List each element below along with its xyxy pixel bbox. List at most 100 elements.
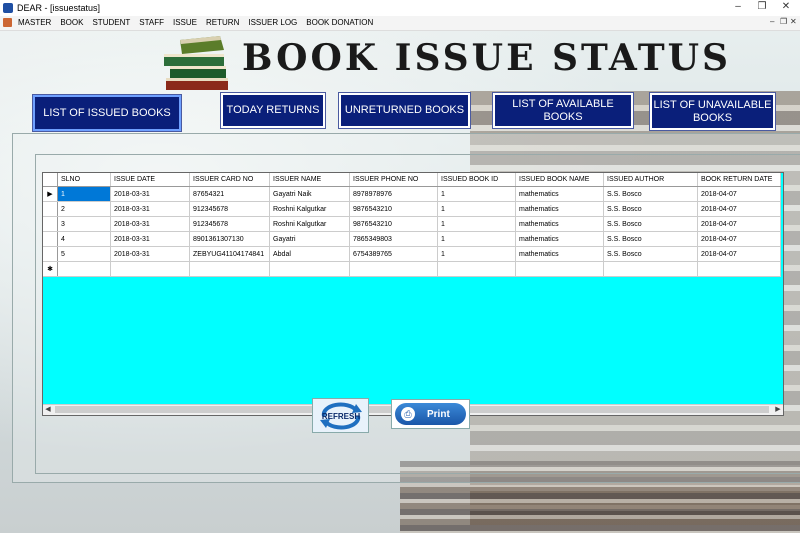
cell-return-date[interactable]: 2018-04-07	[697, 246, 781, 262]
col-issuer-phone-no[interactable]: ISSUER PHONE NO	[349, 173, 438, 187]
cell-empty[interactable]	[110, 261, 190, 277]
cell-author[interactable]: S.S. Bosco	[603, 186, 698, 202]
cell-phone[interactable]: 8978978976	[349, 186, 438, 202]
cell-book-id[interactable]: 1	[437, 186, 516, 202]
cell-empty[interactable]	[515, 261, 604, 277]
cell-phone[interactable]: 6754389765	[349, 246, 438, 262]
cell-empty[interactable]	[269, 261, 350, 277]
table-row[interactable]: 4 2018-03-31 8901361307130 Gayatri 78653…	[43, 231, 781, 247]
list-available-books-button[interactable]: LIST OF AVAILABLE BOOKS	[493, 93, 633, 128]
col-issuer-card-no[interactable]: ISSUER CARD NO	[189, 173, 270, 187]
col-issued-author[interactable]: ISSUED AUTHOR	[603, 173, 698, 187]
list-issued-books-button[interactable]: LIST OF ISSUED BOOKS	[33, 95, 181, 131]
restore-button[interactable]: ❐	[752, 1, 772, 12]
cell-return-date[interactable]: 2018-04-07	[697, 201, 781, 217]
cell-slno[interactable]: 5	[57, 246, 111, 262]
menu-issuer-log[interactable]: ISSUER LOG	[248, 18, 297, 27]
row-header[interactable]	[43, 231, 58, 247]
menu-staff[interactable]: STAFF	[139, 18, 164, 27]
col-book-return-date[interactable]: BOOK RETURN DATE	[697, 173, 781, 187]
cell-name[interactable]: Roshni Kalgutkar	[269, 216, 350, 232]
current-row-indicator[interactable]: ▶	[43, 186, 58, 202]
cell-return-date[interactable]: 2018-04-07	[697, 186, 781, 202]
today-returns-button[interactable]: TODAY RETURNS	[221, 93, 325, 128]
cell-book-id[interactable]: 1	[437, 231, 516, 247]
menu-issue[interactable]: ISSUE	[173, 18, 197, 27]
scroll-left-icon[interactable]: ◀	[43, 405, 53, 415]
col-issue-date[interactable]: ISSUE DATE	[110, 173, 190, 187]
scroll-right-icon[interactable]: ▶	[773, 405, 783, 415]
col-issuer-name[interactable]: ISSUER NAME	[269, 173, 350, 187]
table-row[interactable]: 3 2018-03-31 912345678 Roshni Kalgutkar …	[43, 216, 781, 232]
cell-name[interactable]: Abdal	[269, 246, 350, 262]
mdi-child-icon[interactable]	[3, 18, 12, 27]
mdi-close-button[interactable]: ✕	[790, 17, 797, 26]
cell-return-date[interactable]: 2018-04-07	[697, 231, 781, 247]
mdi-restore-button[interactable]: ❐	[780, 17, 787, 26]
cell-issue-date[interactable]: 2018-03-31	[110, 201, 190, 217]
cell-slno[interactable]: 2	[57, 201, 111, 217]
cell-phone[interactable]: 9876543210	[349, 201, 438, 217]
row-header[interactable]	[43, 216, 58, 232]
cell-book-name[interactable]: mathematics	[515, 246, 604, 262]
print-button[interactable]: ⎙ Print	[391, 399, 470, 429]
cell-card-no[interactable]: 87654321	[189, 186, 270, 202]
cell-phone[interactable]: 9876543210	[349, 216, 438, 232]
list-unavailable-books-button[interactable]: LIST OF UNAVAILABLE BOOKS	[650, 93, 775, 130]
col-issued-book-name[interactable]: ISSUED BOOK NAME	[515, 173, 604, 187]
table-row[interactable]: 2 2018-03-31 912345678 Roshni Kalgutkar …	[43, 201, 781, 217]
close-button[interactable]: ✕	[776, 1, 796, 12]
cell-empty[interactable]	[189, 261, 270, 277]
cell-author[interactable]: S.S. Bosco	[603, 246, 698, 262]
refresh-button[interactable]: REFRESH	[312, 398, 369, 433]
menu-book-donation[interactable]: BOOK DONATION	[306, 18, 373, 27]
menu-book[interactable]: BOOK	[60, 18, 83, 27]
cell-issue-date[interactable]: 2018-03-31	[110, 246, 190, 262]
cell-book-id[interactable]: 1	[437, 201, 516, 217]
cell-empty[interactable]	[349, 261, 438, 277]
cell-empty[interactable]	[437, 261, 516, 277]
cell-empty[interactable]	[603, 261, 698, 277]
menu-return[interactable]: RETURN	[206, 18, 239, 27]
cell-slno[interactable]: 4	[57, 231, 111, 247]
cell-slno[interactable]: 3	[57, 216, 111, 232]
issued-books-grid[interactable]: SLNO ISSUE DATE ISSUER CARD NO ISSUER NA…	[42, 172, 784, 416]
cell-phone[interactable]: 7865349803	[349, 231, 438, 247]
cell-author[interactable]: S.S. Bosco	[603, 201, 698, 217]
cell-issue-date[interactable]: 2018-03-31	[110, 186, 190, 202]
menu-master[interactable]: MASTER	[18, 18, 51, 27]
cell-card-no[interactable]: 8901361307130	[189, 231, 270, 247]
cell-issue-date[interactable]: 2018-03-31	[110, 231, 190, 247]
row-header[interactable]	[43, 246, 58, 262]
cell-book-name[interactable]: mathematics	[515, 231, 604, 247]
unreturned-books-button[interactable]: UNRETURNED BOOKS	[339, 93, 470, 128]
cell-book-name[interactable]: mathematics	[515, 186, 604, 202]
cell-name[interactable]: Roshni Kalgutkar	[269, 201, 350, 217]
cell-book-id[interactable]: 1	[437, 216, 516, 232]
cell-card-no[interactable]: ZEBYUG41104174841	[189, 246, 270, 262]
col-issued-book-id[interactable]: ISSUED BOOK ID	[437, 173, 516, 187]
new-row[interactable]: ✱	[43, 261, 781, 277]
cell-book-id[interactable]: 1	[437, 246, 516, 262]
cell-empty[interactable]	[57, 261, 111, 277]
cell-slno[interactable]: 1	[57, 186, 111, 202]
minimize-button[interactable]: –	[728, 1, 748, 12]
new-row-indicator[interactable]: ✱	[43, 261, 58, 277]
mdi-minimize-button[interactable]: –	[770, 17, 774, 26]
table-row[interactable]: ▶ 1 2018-03-31 87654321 Gayatri Naik 897…	[43, 186, 781, 202]
cell-return-date[interactable]: 2018-04-07	[697, 216, 781, 232]
menu-student[interactable]: STUDENT	[92, 18, 130, 27]
cell-author[interactable]: S.S. Bosco	[603, 231, 698, 247]
col-slno[interactable]: SLNO	[57, 173, 111, 187]
cell-issue-date[interactable]: 2018-03-31	[110, 216, 190, 232]
cell-author[interactable]: S.S. Bosco	[603, 216, 698, 232]
cell-card-no[interactable]: 912345678	[189, 201, 270, 217]
cell-book-name[interactable]: mathematics	[515, 201, 604, 217]
cell-card-no[interactable]: 912345678	[189, 216, 270, 232]
cell-book-name[interactable]: mathematics	[515, 216, 604, 232]
cell-name[interactable]: Gayatri Naik	[269, 186, 350, 202]
cell-name[interactable]: Gayatri	[269, 231, 350, 247]
cell-empty[interactable]	[697, 261, 781, 277]
table-row[interactable]: 5 2018-03-31 ZEBYUG41104174841 Abdal 675…	[43, 246, 781, 262]
row-header[interactable]	[43, 201, 58, 217]
